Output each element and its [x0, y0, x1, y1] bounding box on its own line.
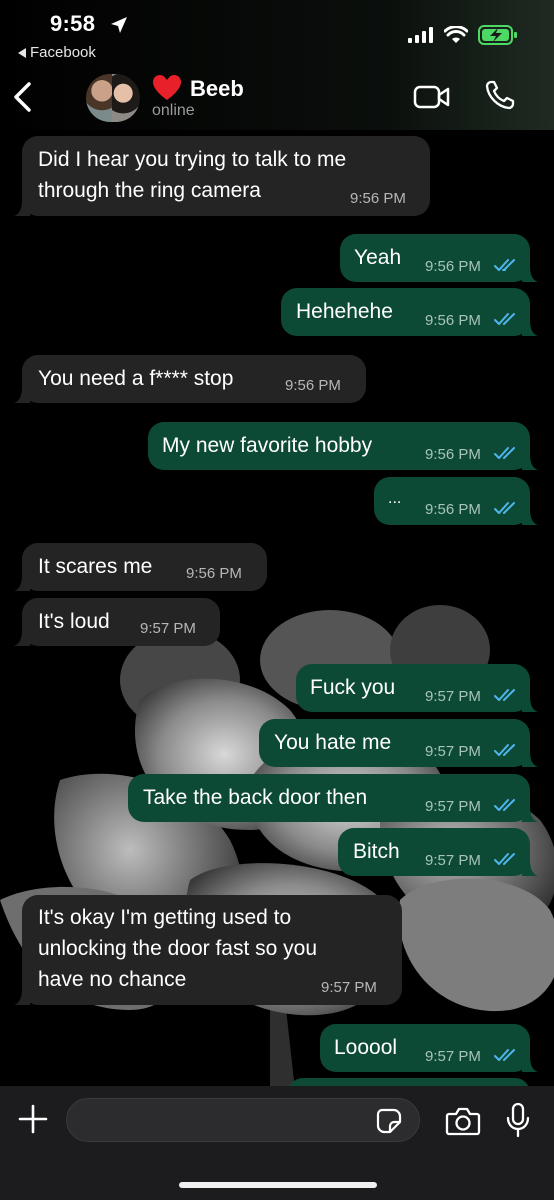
contact-name[interactable]: Beeb	[190, 76, 244, 102]
message-time: 9:56 PM	[285, 377, 341, 394]
message-bubble-incoming[interactable]: It's loud 9:57 PM	[14, 598, 220, 646]
message-bubble-outgoing[interactable]: My new favorite hobby 9:56 PM	[148, 422, 538, 470]
message-time: 9:56 PM	[425, 501, 481, 518]
double-check-icon	[494, 799, 515, 811]
avatar-photo	[84, 72, 140, 124]
status-icons	[408, 25, 518, 45]
double-check-icon	[494, 1049, 515, 1061]
double-check-icon	[494, 502, 515, 514]
message-text: It scares me	[38, 555, 153, 578]
status-bar: 9:58 Facebook	[0, 0, 554, 64]
battery-charging-icon	[478, 25, 517, 45]
cellular-signal-icon	[408, 27, 433, 43]
message-bubble-incoming[interactable]: You need a f**** stop 9:56 PM	[14, 355, 366, 403]
message-bubble-outgoing[interactable]: Take the back door then 9:57 PM	[128, 774, 538, 822]
message-bubble-outgoing[interactable]: You hate me 9:57 PM	[259, 719, 538, 767]
message-text-line: have no chance	[38, 968, 187, 991]
message-text: You need a f**** stop	[38, 367, 234, 390]
message-time: 9:57 PM	[425, 1048, 481, 1065]
location-arrow-icon	[111, 17, 127, 33]
back-to-app-link[interactable]: Facebook	[18, 44, 96, 61]
message-bubble-outgoing[interactable]: Fuck you 9:57 PM	[296, 664, 538, 712]
message-text-line: Did I hear you trying to talk to me	[38, 148, 347, 171]
chat-header: Beeb online	[0, 64, 554, 130]
message-text-line: It's okay I'm getting used to	[38, 906, 292, 929]
message-time: 9:56 PM	[425, 312, 481, 329]
bubble-tail	[522, 320, 538, 336]
double-check-icon	[494, 853, 515, 865]
bubble-tail	[14, 200, 30, 216]
contact-status: online	[152, 102, 195, 119]
message-input-field[interactable]	[66, 1098, 420, 1142]
bubble-tail	[522, 860, 538, 876]
message-text: It's loud	[38, 610, 110, 633]
home-indicator[interactable]	[179, 1182, 377, 1188]
double-check-icon	[494, 689, 515, 701]
video-camera-icon[interactable]	[413, 84, 451, 110]
message-time: 9:57 PM	[321, 979, 377, 996]
message-bubble-outgoing[interactable]: Looool 9:57 PM	[320, 1024, 538, 1072]
message-text: Take the back door then	[143, 786, 368, 809]
bubble-tail	[522, 751, 538, 767]
chevron-left-icon[interactable]	[8, 78, 38, 116]
message-text-line: unlocking the door fast so you	[38, 937, 318, 960]
message-time: 9:56 PM	[425, 258, 481, 275]
sticker-icon[interactable]	[376, 1108, 402, 1134]
message-bubble-incoming[interactable]: Did I hear you trying to talk to me thro…	[14, 136, 430, 216]
message-bubble-incoming[interactable]: It's okay I'm getting used to unlocking …	[14, 895, 402, 1005]
message-text: Yeah	[354, 246, 402, 269]
double-check-icon	[494, 259, 515, 271]
message-text: Looool	[334, 1036, 398, 1059]
message-time: 9:57 PM	[425, 688, 481, 705]
message-composer	[0, 1086, 554, 1200]
message-time: 9:57 PM	[140, 620, 196, 637]
status-time: 9:58	[50, 11, 96, 36]
message-text: My new favorite hobby	[162, 434, 373, 457]
message-time: 9:56 PM	[425, 446, 481, 463]
message-time: 9:57 PM	[425, 798, 481, 815]
camera-icon[interactable]	[445, 1106, 481, 1136]
message-text: Fuck you	[310, 676, 396, 699]
back-app-label: Facebook	[30, 44, 96, 61]
message-time: 9:56 PM	[350, 190, 406, 207]
double-check-icon	[494, 313, 515, 325]
message-time: 9:57 PM	[425, 743, 481, 760]
bubble-tail	[522, 454, 538, 470]
heart-icon	[153, 75, 181, 100]
message-input[interactable]	[67, 1099, 367, 1141]
bubble-tail	[522, 696, 538, 712]
bubble-tail	[14, 575, 30, 591]
message-bubble-outgoing[interactable]: Bitch 9:57 PM	[338, 828, 538, 876]
message-text: ...	[388, 490, 402, 507]
bubble-tail	[522, 266, 538, 282]
message-time: 9:56 PM	[186, 565, 242, 582]
bubble-tail	[14, 630, 30, 646]
message-bubble-incoming[interactable]: It scares me 9:56 PM	[14, 543, 267, 591]
message-text: Hehehehe	[296, 300, 393, 323]
message-bubble-outgoing[interactable]: Yeah 9:56 PM	[340, 234, 538, 282]
message-bubble-outgoing[interactable]: ... 9:56 PM	[374, 477, 538, 525]
plus-icon[interactable]	[18, 1104, 48, 1134]
message-text: Bitch	[353, 840, 400, 863]
bubble-tail	[522, 1056, 538, 1072]
message-time: 9:57 PM	[425, 852, 481, 869]
message-bubble-outgoing[interactable]: Hehehehe 9:56 PM	[281, 288, 538, 336]
message-text: You hate me	[274, 731, 392, 754]
bubble-tail	[14, 989, 30, 1005]
phone-icon[interactable]	[484, 79, 516, 111]
bubble-tail	[522, 806, 538, 822]
bubble-tail	[522, 509, 538, 525]
microphone-icon[interactable]	[506, 1102, 530, 1138]
message-text-line: through the ring camera	[38, 179, 261, 202]
wifi-icon	[444, 26, 468, 43]
avatar[interactable]	[84, 72, 140, 124]
double-check-icon	[494, 447, 515, 459]
back-triangle-icon	[18, 47, 26, 58]
bubble-tail	[14, 387, 30, 403]
double-check-icon	[494, 744, 515, 756]
